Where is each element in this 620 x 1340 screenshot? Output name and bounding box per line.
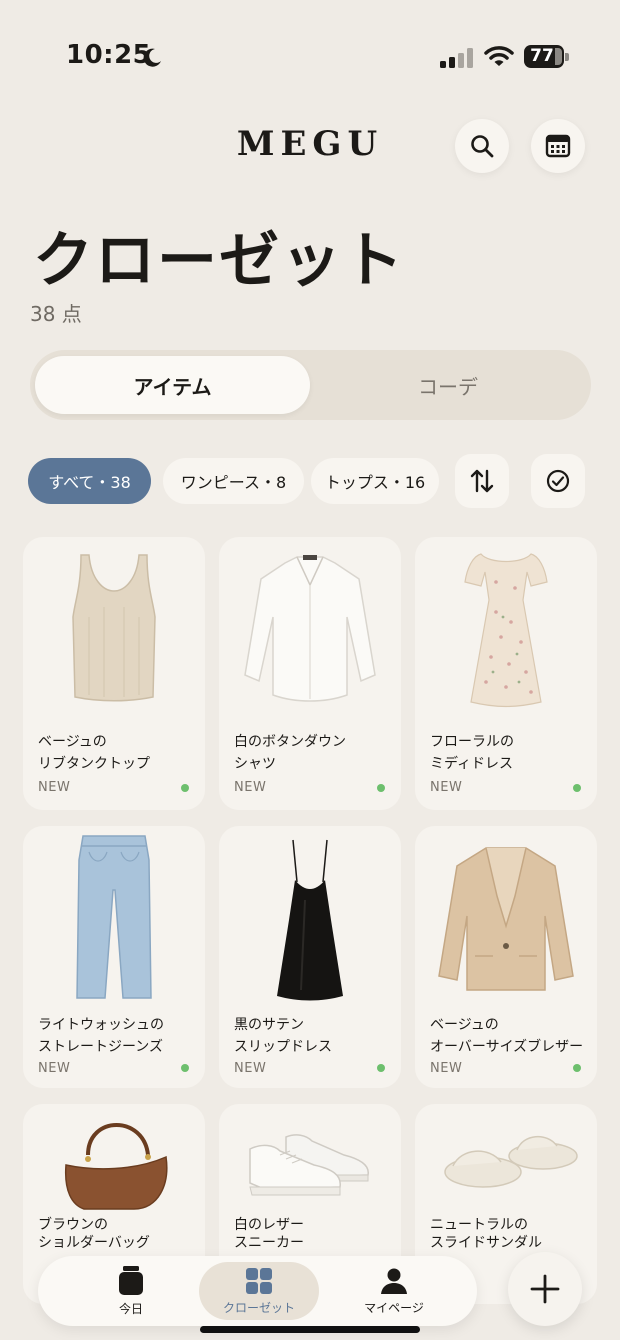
- cellular-signal-icon: [440, 48, 473, 68]
- tab-outfits[interactable]: コーデ: [310, 356, 586, 414]
- item-image-blazer: [415, 826, 597, 1006]
- sort-icon: [470, 469, 494, 493]
- status-dot: [377, 1064, 385, 1072]
- item-name-line2: スライドサンダル: [430, 1235, 542, 1251]
- item-image-shoulder-bag: [23, 1104, 205, 1216]
- view-segmented-control: アイテム コーデ: [30, 350, 591, 420]
- nav-item-today[interactable]: 今日: [71, 1262, 191, 1320]
- item-name-line2: スリップドレス: [234, 1039, 332, 1055]
- calendar-button[interactable]: [531, 119, 585, 173]
- plus-icon: [530, 1274, 560, 1304]
- item-name-line1: ベージュの: [38, 734, 107, 750]
- nav-label-today: 今日: [118, 1301, 143, 1316]
- status-dot: [377, 784, 385, 792]
- moon-icon: [143, 48, 161, 67]
- today-jar-icon: [119, 1265, 143, 1295]
- page-title: クローゼット: [33, 226, 405, 296]
- item-card[interactable]: フローラルの ミディドレス NEW: [415, 537, 597, 810]
- nav-label-closet: クローゼット: [222, 1300, 295, 1315]
- app-logo: MEGU: [236, 124, 384, 164]
- item-image-jeans: [23, 826, 205, 1006]
- home-indicator: [200, 1326, 420, 1333]
- calendar-icon: [545, 134, 571, 158]
- nav-label-mypage: マイページ: [364, 1300, 424, 1315]
- status-dot: [181, 1064, 189, 1072]
- status-dot: [181, 784, 189, 792]
- item-name-line2: オーバーサイズブレザー: [430, 1039, 584, 1055]
- item-card[interactable]: ベージュの リブタンクトップ NEW: [23, 537, 205, 810]
- search-button[interactable]: [455, 119, 509, 173]
- bottom-navigation: 今日 クローゼット マイページ: [38, 1256, 477, 1326]
- item-count: 38 点: [30, 302, 82, 326]
- new-badge: NEW: [38, 780, 71, 795]
- status-time: 10:25: [66, 40, 152, 70]
- nav-item-closet[interactable]: クローゼット: [199, 1262, 319, 1320]
- item-name-line1: ベージュの: [430, 1017, 499, 1033]
- new-badge: NEW: [234, 780, 267, 795]
- status-dot: [573, 1064, 581, 1072]
- item-image-white-shirt: [219, 537, 401, 717]
- status-dot: [573, 784, 581, 792]
- new-badge: NEW: [234, 1061, 267, 1076]
- nav-item-mypage[interactable]: マイページ: [334, 1262, 454, 1320]
- item-name-line2: スニーカー: [234, 1235, 304, 1251]
- item-image-slip-dress: [219, 826, 401, 1006]
- person-icon: [381, 1268, 407, 1294]
- item-name-line1: 白のボタンダウン: [234, 734, 346, 750]
- check-circle-icon: [546, 469, 570, 493]
- filter-chip-tops[interactable]: トップス・16: [311, 458, 439, 504]
- item-card[interactable]: ベージュの オーバーサイズブレザー NEW: [415, 826, 597, 1088]
- item-name-line1: 黒のサテン: [234, 1017, 304, 1033]
- item-name-line2: ショルダーバッグ: [38, 1235, 150, 1251]
- new-badge: NEW: [430, 780, 463, 795]
- wifi-icon: [484, 46, 514, 66]
- filter-chip-all[interactable]: すべて・38: [28, 458, 151, 504]
- item-name-line2: ミディドレス: [430, 756, 514, 772]
- item-image-tank-top: [23, 537, 205, 717]
- battery-level: 77: [530, 46, 554, 66]
- item-image-slide-sandals: [415, 1104, 597, 1216]
- filter-chip-onepiece[interactable]: ワンピース・8: [163, 458, 304, 504]
- tab-items[interactable]: アイテム: [35, 356, 310, 414]
- item-image-sneakers: [219, 1104, 401, 1216]
- item-name-line2: シャツ: [234, 756, 276, 772]
- new-badge: NEW: [430, 1061, 463, 1076]
- item-card[interactable]: 黒のサテン スリップドレス NEW: [219, 826, 401, 1088]
- sort-button[interactable]: [455, 454, 509, 508]
- grid-icon: [246, 1267, 272, 1294]
- item-name-line1: ライトウォッシュの: [38, 1017, 164, 1033]
- add-item-button[interactable]: [508, 1252, 582, 1326]
- item-card[interactable]: ライトウォッシュの ストレートジーンズ NEW: [23, 826, 205, 1088]
- item-card[interactable]: 白のボタンダウン シャツ NEW: [219, 537, 401, 810]
- select-mode-button[interactable]: [531, 454, 585, 508]
- item-name-line2: ストレートジーンズ: [38, 1039, 164, 1055]
- status-bar: 10:25 77: [0, 0, 620, 100]
- item-name-line2: リブタンクトップ: [38, 756, 150, 772]
- item-image-floral-dress: [415, 537, 597, 717]
- item-name-line1: フローラルの: [430, 734, 514, 750]
- battery-indicator: 77: [524, 45, 570, 68]
- new-badge: NEW: [38, 1061, 71, 1076]
- search-icon: [471, 135, 494, 158]
